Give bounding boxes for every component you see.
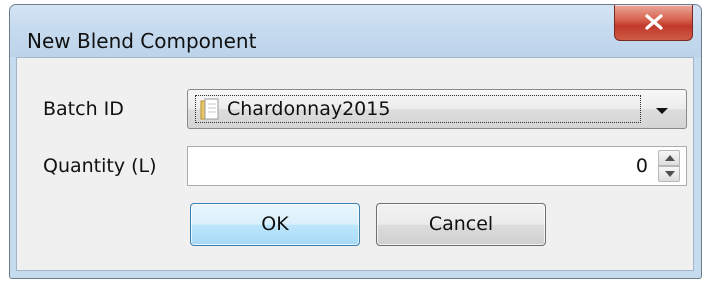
batch-id-value: Chardonnay2015 — [227, 98, 391, 120]
window-title: New Blend Component — [27, 29, 257, 53]
arrow-up-icon — [665, 155, 675, 161]
quantity-value[interactable]: 0 — [636, 155, 648, 177]
dialog-content: Batch ID Chardonnay2015 Quantity (L) 0 O… — [16, 57, 694, 271]
quantity-spinbox[interactable]: 0 — [187, 146, 687, 186]
batch-id-label: Batch ID — [43, 98, 124, 120]
chevron-down-icon[interactable] — [655, 107, 669, 115]
spin-up-button[interactable] — [658, 150, 680, 166]
ok-button[interactable]: OK — [190, 203, 360, 246]
close-icon — [645, 14, 663, 30]
quantity-label: Quantity (L) — [43, 155, 157, 177]
dialog-window: New Blend Component Batch ID Chardonnay2… — [9, 4, 702, 279]
cancel-button[interactable]: Cancel — [376, 203, 546, 246]
close-button[interactable] — [614, 5, 693, 41]
document-folder-icon — [200, 98, 219, 120]
batch-id-combobox[interactable]: Chardonnay2015 — [187, 89, 687, 129]
spin-down-button[interactable] — [658, 166, 680, 182]
title-bar[interactable]: New Blend Component — [10, 5, 701, 57]
arrow-down-icon — [665, 171, 675, 177]
